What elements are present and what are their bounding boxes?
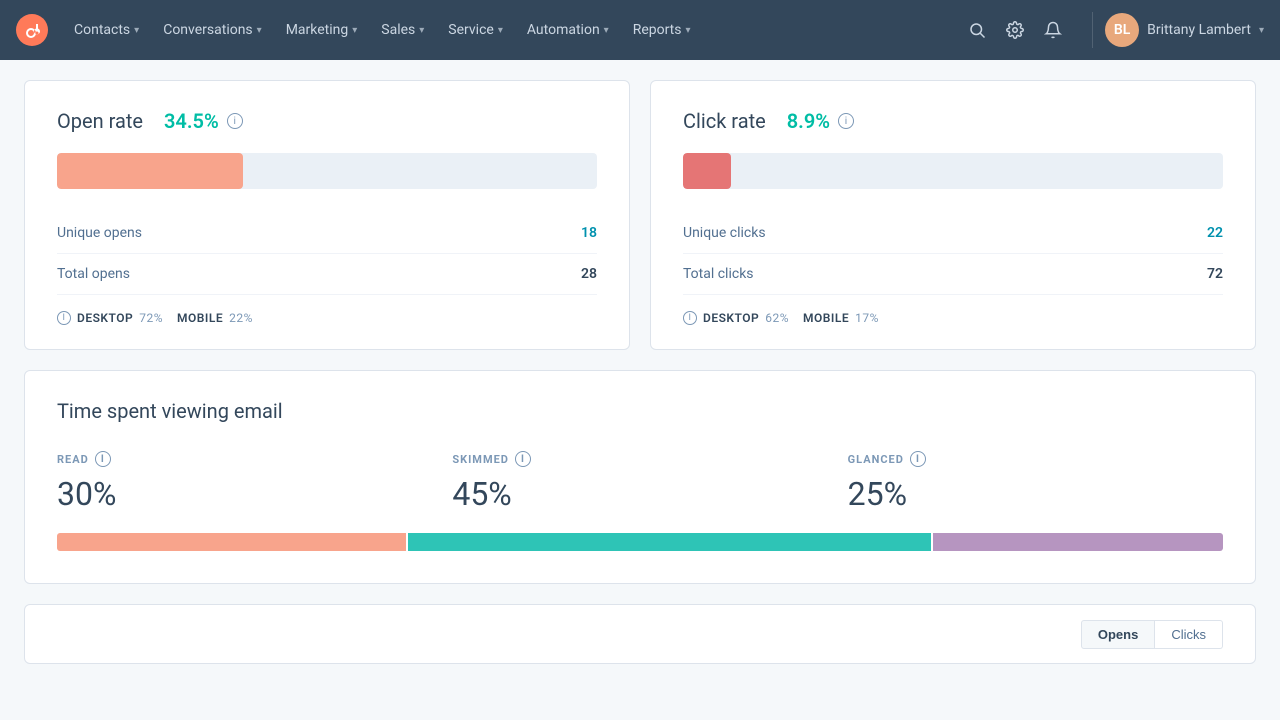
user-chevron-icon: ▾: [1259, 25, 1264, 36]
opens-clicks-toggle: Opens Clicks: [1081, 620, 1223, 649]
footer-info-icon[interactable]: i: [57, 311, 71, 325]
click-rate-info-icon[interactable]: i: [838, 113, 854, 129]
click-rate-value: 8.9%: [787, 109, 830, 133]
chevron-down-icon: ▾: [352, 25, 357, 36]
nav-service[interactable]: Service ▾: [438, 16, 513, 44]
time-spent-title: Time spent viewing email: [57, 399, 1223, 423]
total-clicks-value: 72: [1207, 266, 1223, 282]
time-bar: [57, 533, 1223, 551]
total-opens-label: Total opens: [57, 266, 130, 282]
time-bar-skimmed: [408, 533, 931, 551]
total-opens-value: 28: [581, 266, 597, 282]
bottom-card: Opens Clicks: [24, 604, 1256, 664]
open-rate-info-icon[interactable]: i: [227, 113, 243, 129]
click-footer-info-icon[interactable]: i: [683, 311, 697, 325]
nav-contacts[interactable]: Contacts ▾: [64, 16, 149, 44]
glanced-label: GLANCED i: [848, 451, 1223, 467]
notifications-button[interactable]: [1038, 15, 1068, 45]
clicks-button[interactable]: Clicks: [1155, 620, 1223, 649]
read-info-icon[interactable]: i: [95, 451, 111, 467]
open-desktop-label: DESKTOP: [77, 311, 133, 325]
open-mobile-label: MOBILE: [177, 311, 223, 325]
unique-opens-row: Unique opens 18: [57, 213, 597, 254]
total-clicks-row: Total clicks 72: [683, 254, 1223, 295]
metrics-cards-row: Open rate 34.5% i Unique opens 18 Total …: [24, 80, 1256, 350]
skimmed-metric: SKIMMED i 45%: [452, 451, 827, 513]
nav-conversations[interactable]: Conversations ▾: [153, 16, 272, 44]
total-opens-row: Total opens 28: [57, 254, 597, 295]
chevron-down-icon: ▾: [604, 25, 609, 36]
username: Brittany Lambert: [1147, 22, 1251, 38]
time-metrics-row: READ i 30% SKIMMED i 45% GLANCED i 25%: [57, 451, 1223, 513]
click-desktop-label: DESKTOP: [703, 311, 759, 325]
time-bar-glanced: [933, 533, 1224, 551]
click-rate-bar: [683, 153, 1223, 189]
unique-opens-label: Unique opens: [57, 225, 142, 241]
settings-button[interactable]: [1000, 15, 1030, 45]
read-value: 30%: [57, 475, 432, 513]
open-rate-title: Open rate 34.5% i: [57, 109, 597, 133]
time-spent-card: Time spent viewing email READ i 30% SKIM…: [24, 370, 1256, 584]
unique-opens-value: 18: [581, 225, 597, 241]
unique-clicks-row: Unique clicks 22: [683, 213, 1223, 254]
click-rate-title: Click rate 8.9% i: [683, 109, 1223, 133]
click-desktop-pct: 62%: [765, 311, 789, 325]
search-button[interactable]: [962, 15, 992, 45]
open-mobile-pct: 22%: [229, 311, 253, 325]
read-label: READ i: [57, 451, 432, 467]
chevron-down-icon: ▾: [498, 25, 503, 36]
open-desktop-pct: 72%: [139, 311, 163, 325]
nav-automation[interactable]: Automation ▾: [517, 16, 619, 44]
glanced-metric: GLANCED i 25%: [848, 451, 1223, 513]
nav-reports[interactable]: Reports ▾: [623, 16, 701, 44]
read-metric: READ i 30%: [57, 451, 432, 513]
opens-button[interactable]: Opens: [1081, 620, 1155, 649]
click-rate-card: Click rate 8.9% i Unique clicks 22 Total…: [650, 80, 1256, 350]
skimmed-value: 45%: [452, 475, 827, 513]
nav-sales[interactable]: Sales ▾: [371, 16, 434, 44]
open-rate-bar: [57, 153, 597, 189]
skimmed-label: SKIMMED i: [452, 451, 827, 467]
chevron-down-icon: ▾: [686, 25, 691, 36]
click-rate-bar-fill: [683, 153, 731, 189]
time-bar-read: [57, 533, 406, 551]
click-mobile-pct: 17%: [855, 311, 879, 325]
hubspot-logo[interactable]: [16, 14, 48, 46]
unique-clicks-value: 22: [1207, 225, 1223, 241]
nav-divider: [1092, 12, 1093, 48]
unique-clicks-label: Unique clicks: [683, 225, 766, 241]
chevron-down-icon: ▾: [257, 25, 262, 36]
open-rate-value: 34.5%: [164, 109, 219, 133]
total-clicks-label: Total clicks: [683, 266, 754, 282]
glanced-info-icon[interactable]: i: [910, 451, 926, 467]
glanced-value: 25%: [848, 475, 1223, 513]
click-mobile-label: MOBILE: [803, 311, 849, 325]
open-rate-card: Open rate 34.5% i Unique opens 18 Total …: [24, 80, 630, 350]
user-menu[interactable]: BL Brittany Lambert ▾: [1105, 13, 1264, 47]
skimmed-info-icon[interactable]: i: [515, 451, 531, 467]
click-rate-footer: i DESKTOP 62% MOBILE 17%: [683, 311, 1223, 325]
chevron-down-icon: ▾: [134, 25, 139, 36]
nav-marketing[interactable]: Marketing ▾: [276, 16, 368, 44]
open-rate-bar-fill: [57, 153, 243, 189]
avatar: BL: [1105, 13, 1139, 47]
open-rate-footer: i DESKTOP 72% MOBILE 22%: [57, 311, 597, 325]
chevron-down-icon: ▾: [419, 25, 424, 36]
